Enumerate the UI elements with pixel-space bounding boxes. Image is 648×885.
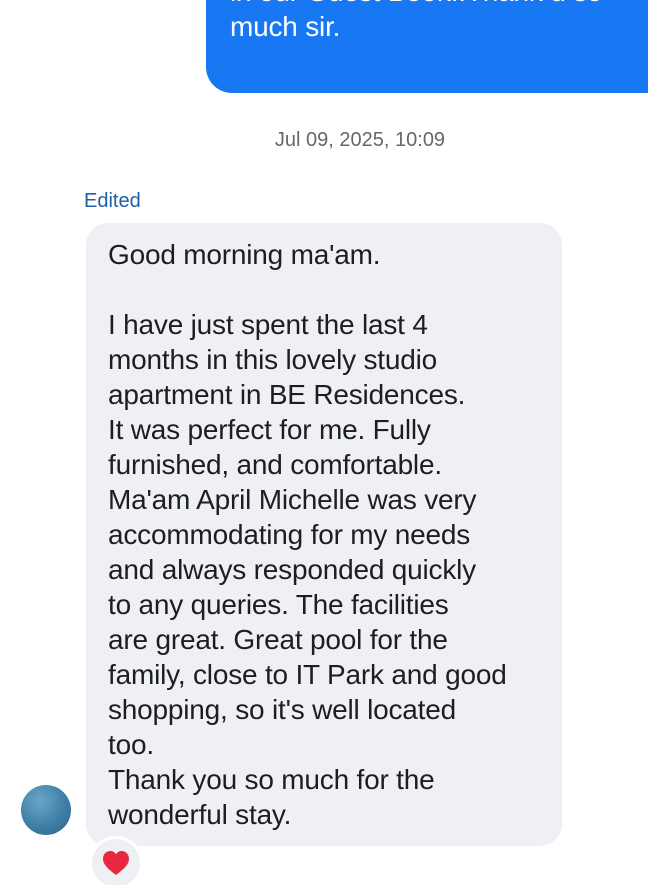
chat-thread: in our Guest Book..Thank u so much sir. … — [0, 0, 648, 885]
heart-icon — [103, 851, 129, 875]
sender-avatar[interactable] — [21, 785, 71, 835]
received-message-greeting: Good morning ma'am. — [108, 239, 381, 270]
sent-message-text: in our Guest Book..Thank u so much sir. — [230, 0, 603, 42]
reaction-badge[interactable] — [89, 836, 143, 885]
received-message-bubble[interactable]: Good morning ma'am. I have just spent th… — [86, 223, 562, 846]
received-message-body: I have just spent the last 4 months in t… — [108, 309, 507, 830]
edited-label[interactable]: Edited — [84, 187, 141, 215]
message-timestamp: Jul 09, 2025, 10:09 — [274, 129, 446, 151]
sent-message-bubble[interactable]: in our Guest Book..Thank u so much sir. — [206, 0, 648, 93]
